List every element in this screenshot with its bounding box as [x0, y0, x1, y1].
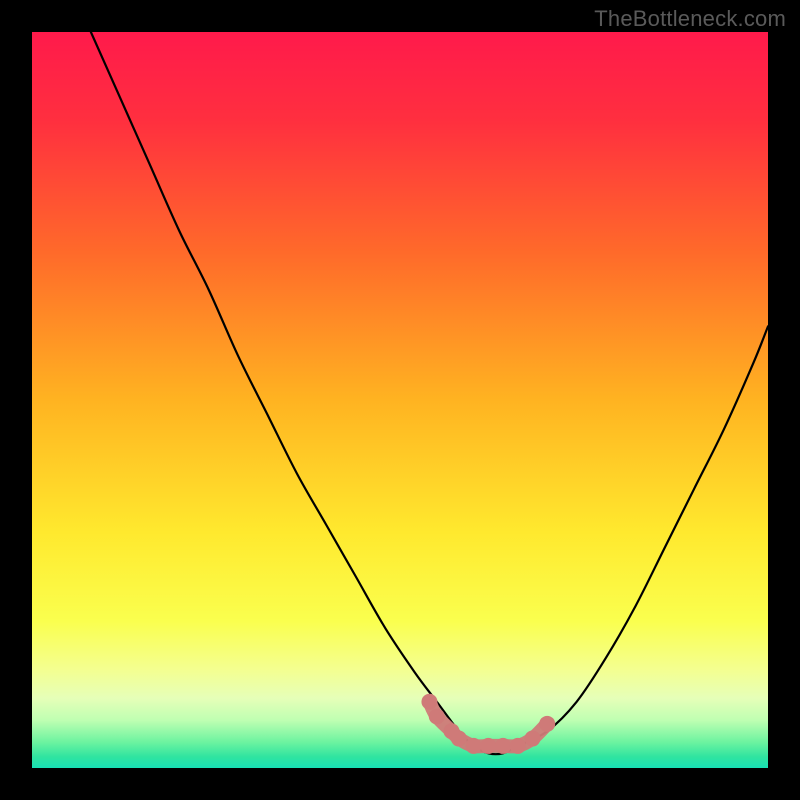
optimal-marker-dot [510, 738, 526, 754]
bottleneck-chart [32, 32, 768, 768]
optimal-marker-dot [524, 731, 540, 747]
optimal-marker-dot [480, 738, 496, 754]
optimal-marker-dot [451, 731, 467, 747]
plot-area [32, 32, 768, 768]
optimal-marker-dot [495, 738, 511, 754]
optimal-marker-dot [539, 716, 555, 732]
chart-frame: TheBottleneck.com [0, 0, 800, 800]
gradient-background [32, 32, 768, 768]
optimal-marker-dot [466, 738, 482, 754]
optimal-marker-dot [421, 694, 437, 710]
watermark-text: TheBottleneck.com [594, 6, 786, 32]
optimal-marker-dot [429, 708, 445, 724]
